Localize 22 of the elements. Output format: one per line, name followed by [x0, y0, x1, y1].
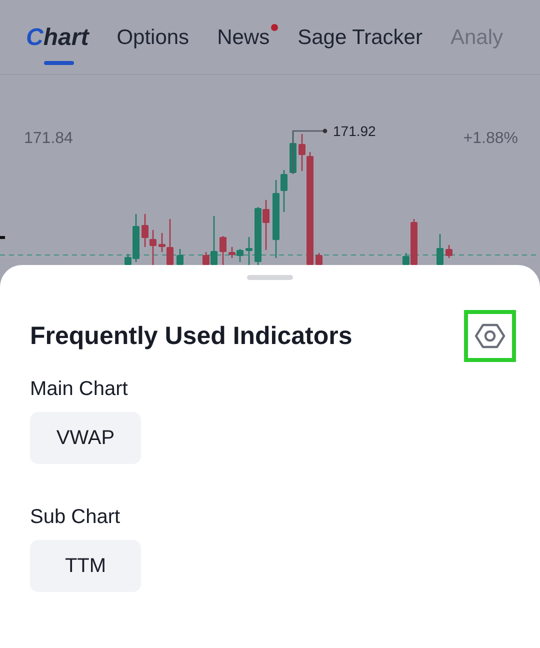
- tab[interactable]: News: [217, 0, 282, 74]
- candle: [316, 253, 322, 265]
- drag-handle[interactable]: [247, 275, 293, 280]
- high-price-label: 171.92: [333, 122, 376, 141]
- price-label: 171.84: [24, 129, 73, 149]
- candle: [446, 245, 452, 258]
- tab[interactable]: Options: [116, 0, 202, 74]
- axis-marker: [0, 236, 5, 239]
- candle: [220, 236, 226, 265]
- settings-button[interactable]: [464, 310, 516, 362]
- change-percent: +1.88%: [463, 129, 518, 149]
- leader-line: [292, 128, 328, 174]
- tab[interactable]: Chart: [26, 0, 101, 74]
- section-heading: Main Chart: [30, 377, 129, 402]
- indicator-chip[interactable]: VWAP: [30, 412, 141, 464]
- candle: [246, 237, 252, 265]
- sheet-title: Frequently Used Indicators: [30, 321, 352, 351]
- indicator-chip[interactable]: TTM: [30, 540, 141, 592]
- candle: [176, 249, 184, 265]
- candle: [436, 234, 444, 265]
- tab[interactable]: Sage Tracker: [298, 0, 434, 74]
- section-heading: Sub Chart: [30, 505, 122, 530]
